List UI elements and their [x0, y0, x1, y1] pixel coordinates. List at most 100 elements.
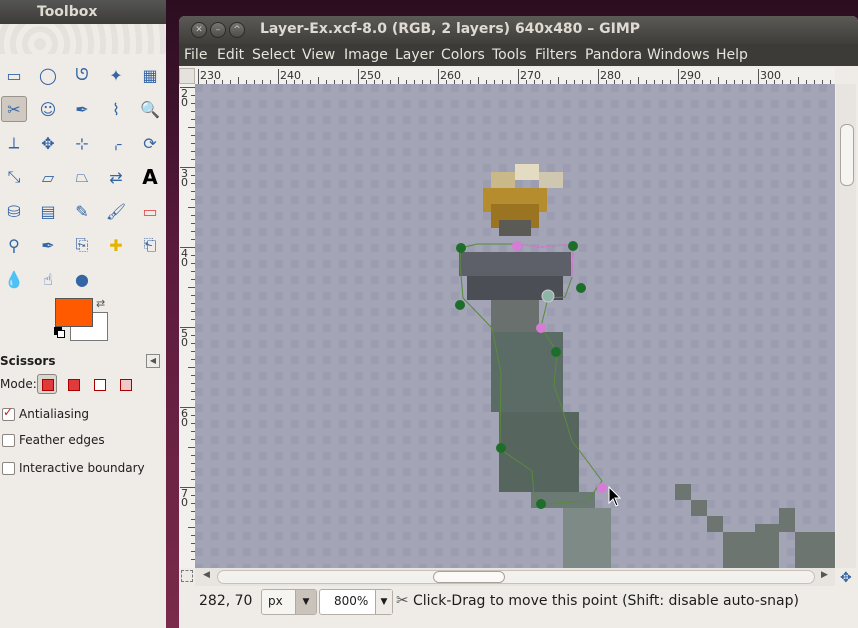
- paths-icon[interactable]: ✒: [69, 96, 95, 122]
- zoom-icon[interactable]: 🔍: [137, 96, 163, 122]
- menu-image[interactable]: Image: [344, 47, 388, 63]
- flip-icon[interactable]: ⇄: [103, 164, 129, 190]
- unit-selector[interactable]: px ▼: [261, 589, 317, 615]
- canvas-image: [195, 84, 835, 568]
- wilber-drop-area[interactable]: [0, 24, 166, 54]
- horizontal-scroll-track[interactable]: [217, 570, 815, 584]
- free-select-icon[interactable]: ᘎ: [69, 62, 95, 88]
- scissors-icon[interactable]: ✂: [1, 96, 27, 122]
- menu-tools[interactable]: Tools: [492, 47, 527, 63]
- ruler-minor-tick: [188, 207, 195, 208]
- ruler-minor-tick: [798, 77, 799, 84]
- zoom-value: 800%: [334, 594, 369, 608]
- tool-options-menu-button[interactable]: ◀: [146, 354, 160, 368]
- status-bar: 282, 70 px ▼ 800% ▼ ✂ Click-Drag to move…: [179, 588, 858, 618]
- vertical-scrollbar[interactable]: [836, 84, 856, 568]
- dodge-burn-icon[interactable]: ●: [69, 266, 95, 292]
- pointer-coordinates: 282, 70: [199, 593, 253, 609]
- interactive-boundary-checkbox[interactable]: [2, 462, 15, 475]
- ruler-minor-tick: [718, 77, 719, 84]
- ruler-tick: [278, 69, 279, 84]
- ink-icon[interactable]: ✒: [35, 232, 61, 258]
- text-icon[interactable]: A: [137, 164, 163, 190]
- horizontal-scrollbar[interactable]: ◀ ▶: [195, 568, 835, 586]
- clone-icon[interactable]: ⎘: [69, 232, 95, 258]
- ruler-tick: [598, 69, 599, 84]
- foreground-color-swatch-top[interactable]: [55, 298, 93, 327]
- menu-file[interactable]: File: [184, 47, 207, 63]
- rotate-icon[interactable]: ⟳: [137, 130, 163, 156]
- minimize-window-icon[interactable]: –: [210, 22, 226, 38]
- swap-colors-icon[interactable]: ⇄: [96, 297, 105, 310]
- mode-add-button[interactable]: [63, 374, 83, 394]
- smudge-icon[interactable]: ☝: [35, 266, 61, 292]
- blur-sharpen-icon[interactable]: 💧: [1, 266, 27, 292]
- menu-edit[interactable]: Edit: [217, 47, 244, 63]
- mode-intersect-button[interactable]: [115, 374, 135, 394]
- menu-view[interactable]: View: [302, 47, 335, 63]
- fuzzy-select-icon[interactable]: ✦: [103, 62, 129, 88]
- horizontal-scroll-thumb[interactable]: [433, 571, 505, 583]
- maximize-window-icon[interactable]: ^: [229, 22, 245, 38]
- shear-icon[interactable]: ▱: [35, 164, 61, 190]
- select-by-color-icon[interactable]: ▦: [137, 62, 163, 88]
- chevron-down-icon[interactable]: ▼: [375, 590, 392, 614]
- menu-colors[interactable]: Colors: [441, 47, 485, 63]
- unit-value: px: [268, 594, 283, 608]
- menu-select[interactable]: Select: [252, 47, 295, 63]
- ruler-minor-tick: [238, 77, 239, 84]
- menu-pandora[interactable]: Pandora: [585, 47, 642, 63]
- navigate-icon[interactable]: ✥: [840, 570, 852, 586]
- ellipse-select-icon[interactable]: ◯: [35, 62, 61, 88]
- eraser-icon[interactable]: ▭: [137, 198, 163, 224]
- rect-select-icon[interactable]: ▭: [1, 62, 27, 88]
- mode-label: Mode:: [0, 377, 37, 391]
- feather-edges-label: Feather edges: [19, 433, 105, 447]
- feather-edges-checkbox[interactable]: [2, 434, 15, 447]
- blend-icon[interactable]: ▤: [35, 198, 61, 224]
- airbrush-icon[interactable]: ⚲: [1, 232, 27, 258]
- menu-windows[interactable]: Windows: [647, 47, 710, 63]
- ruler-minor-tick: [558, 77, 559, 84]
- ruler-minor-tick: [188, 447, 195, 448]
- scroll-right-icon[interactable]: ▶: [821, 570, 828, 580]
- mode-subtract-button[interactable]: [89, 374, 109, 394]
- image-window-titlebar[interactable]: ✕ – ^ Layer-Ex.xcf-8.0 (RGB, 2 layers) 6…: [179, 16, 858, 44]
- vertical-scroll-thumb[interactable]: [840, 124, 854, 186]
- menu-layer[interactable]: Layer: [395, 47, 434, 63]
- heal-icon[interactable]: ✚: [103, 232, 129, 258]
- foreground-select-icon[interactable]: ☺: [35, 96, 61, 122]
- chevron-down-icon[interactable]: ▼: [295, 590, 316, 614]
- align-icon[interactable]: ⊹: [69, 130, 95, 156]
- vertical-ruler[interactable]: 20 30 40 50 60 70: [179, 84, 196, 568]
- bucket-fill-icon[interactable]: ⛁: [1, 198, 27, 224]
- paintbrush-icon[interactable]: 🖌: [103, 198, 129, 224]
- ruler-corner-button[interactable]: [179, 68, 195, 84]
- mode-replace-button[interactable]: [37, 374, 57, 394]
- scale-icon[interactable]: ⤡: [1, 164, 27, 190]
- image-canvas[interactable]: [195, 84, 835, 568]
- menu-help[interactable]: Help: [716, 47, 748, 63]
- ruler-tick: [438, 69, 439, 84]
- horizontal-ruler[interactable]: 230 240 250 260 270 280 290 300: [195, 68, 835, 85]
- scroll-left-icon[interactable]: ◀: [203, 570, 210, 580]
- mouse-cursor-icon: [608, 486, 622, 507]
- status-message: Click-Drag to move this point (Shift: di…: [413, 593, 799, 609]
- perspective-clone-icon[interactable]: ⎗: [137, 232, 163, 258]
- default-colors-icon[interactable]: [54, 327, 65, 338]
- ruler-label: 280: [600, 69, 621, 82]
- crop-icon[interactable]: ⌌: [103, 130, 129, 156]
- quick-mask-toggle[interactable]: [181, 570, 193, 582]
- close-window-icon[interactable]: ✕: [191, 22, 207, 38]
- move-icon[interactable]: ✥: [35, 130, 61, 156]
- antialiasing-checkbox[interactable]: [2, 405, 15, 421]
- perspective-icon[interactable]: ⏢: [69, 164, 95, 190]
- toolbox-titlebar[interactable]: Toolbox: [0, 0, 166, 24]
- pencil-icon[interactable]: ✎: [69, 198, 95, 224]
- measure-icon[interactable]: ⟂: [1, 130, 27, 156]
- zoom-selector[interactable]: 800% ▼: [319, 589, 393, 615]
- ruler-label: 300: [760, 69, 781, 82]
- color-picker-icon[interactable]: ⌇: [103, 96, 129, 122]
- menu-filters[interactable]: Filters: [535, 47, 577, 63]
- ruler-minor-tick: [638, 77, 639, 84]
